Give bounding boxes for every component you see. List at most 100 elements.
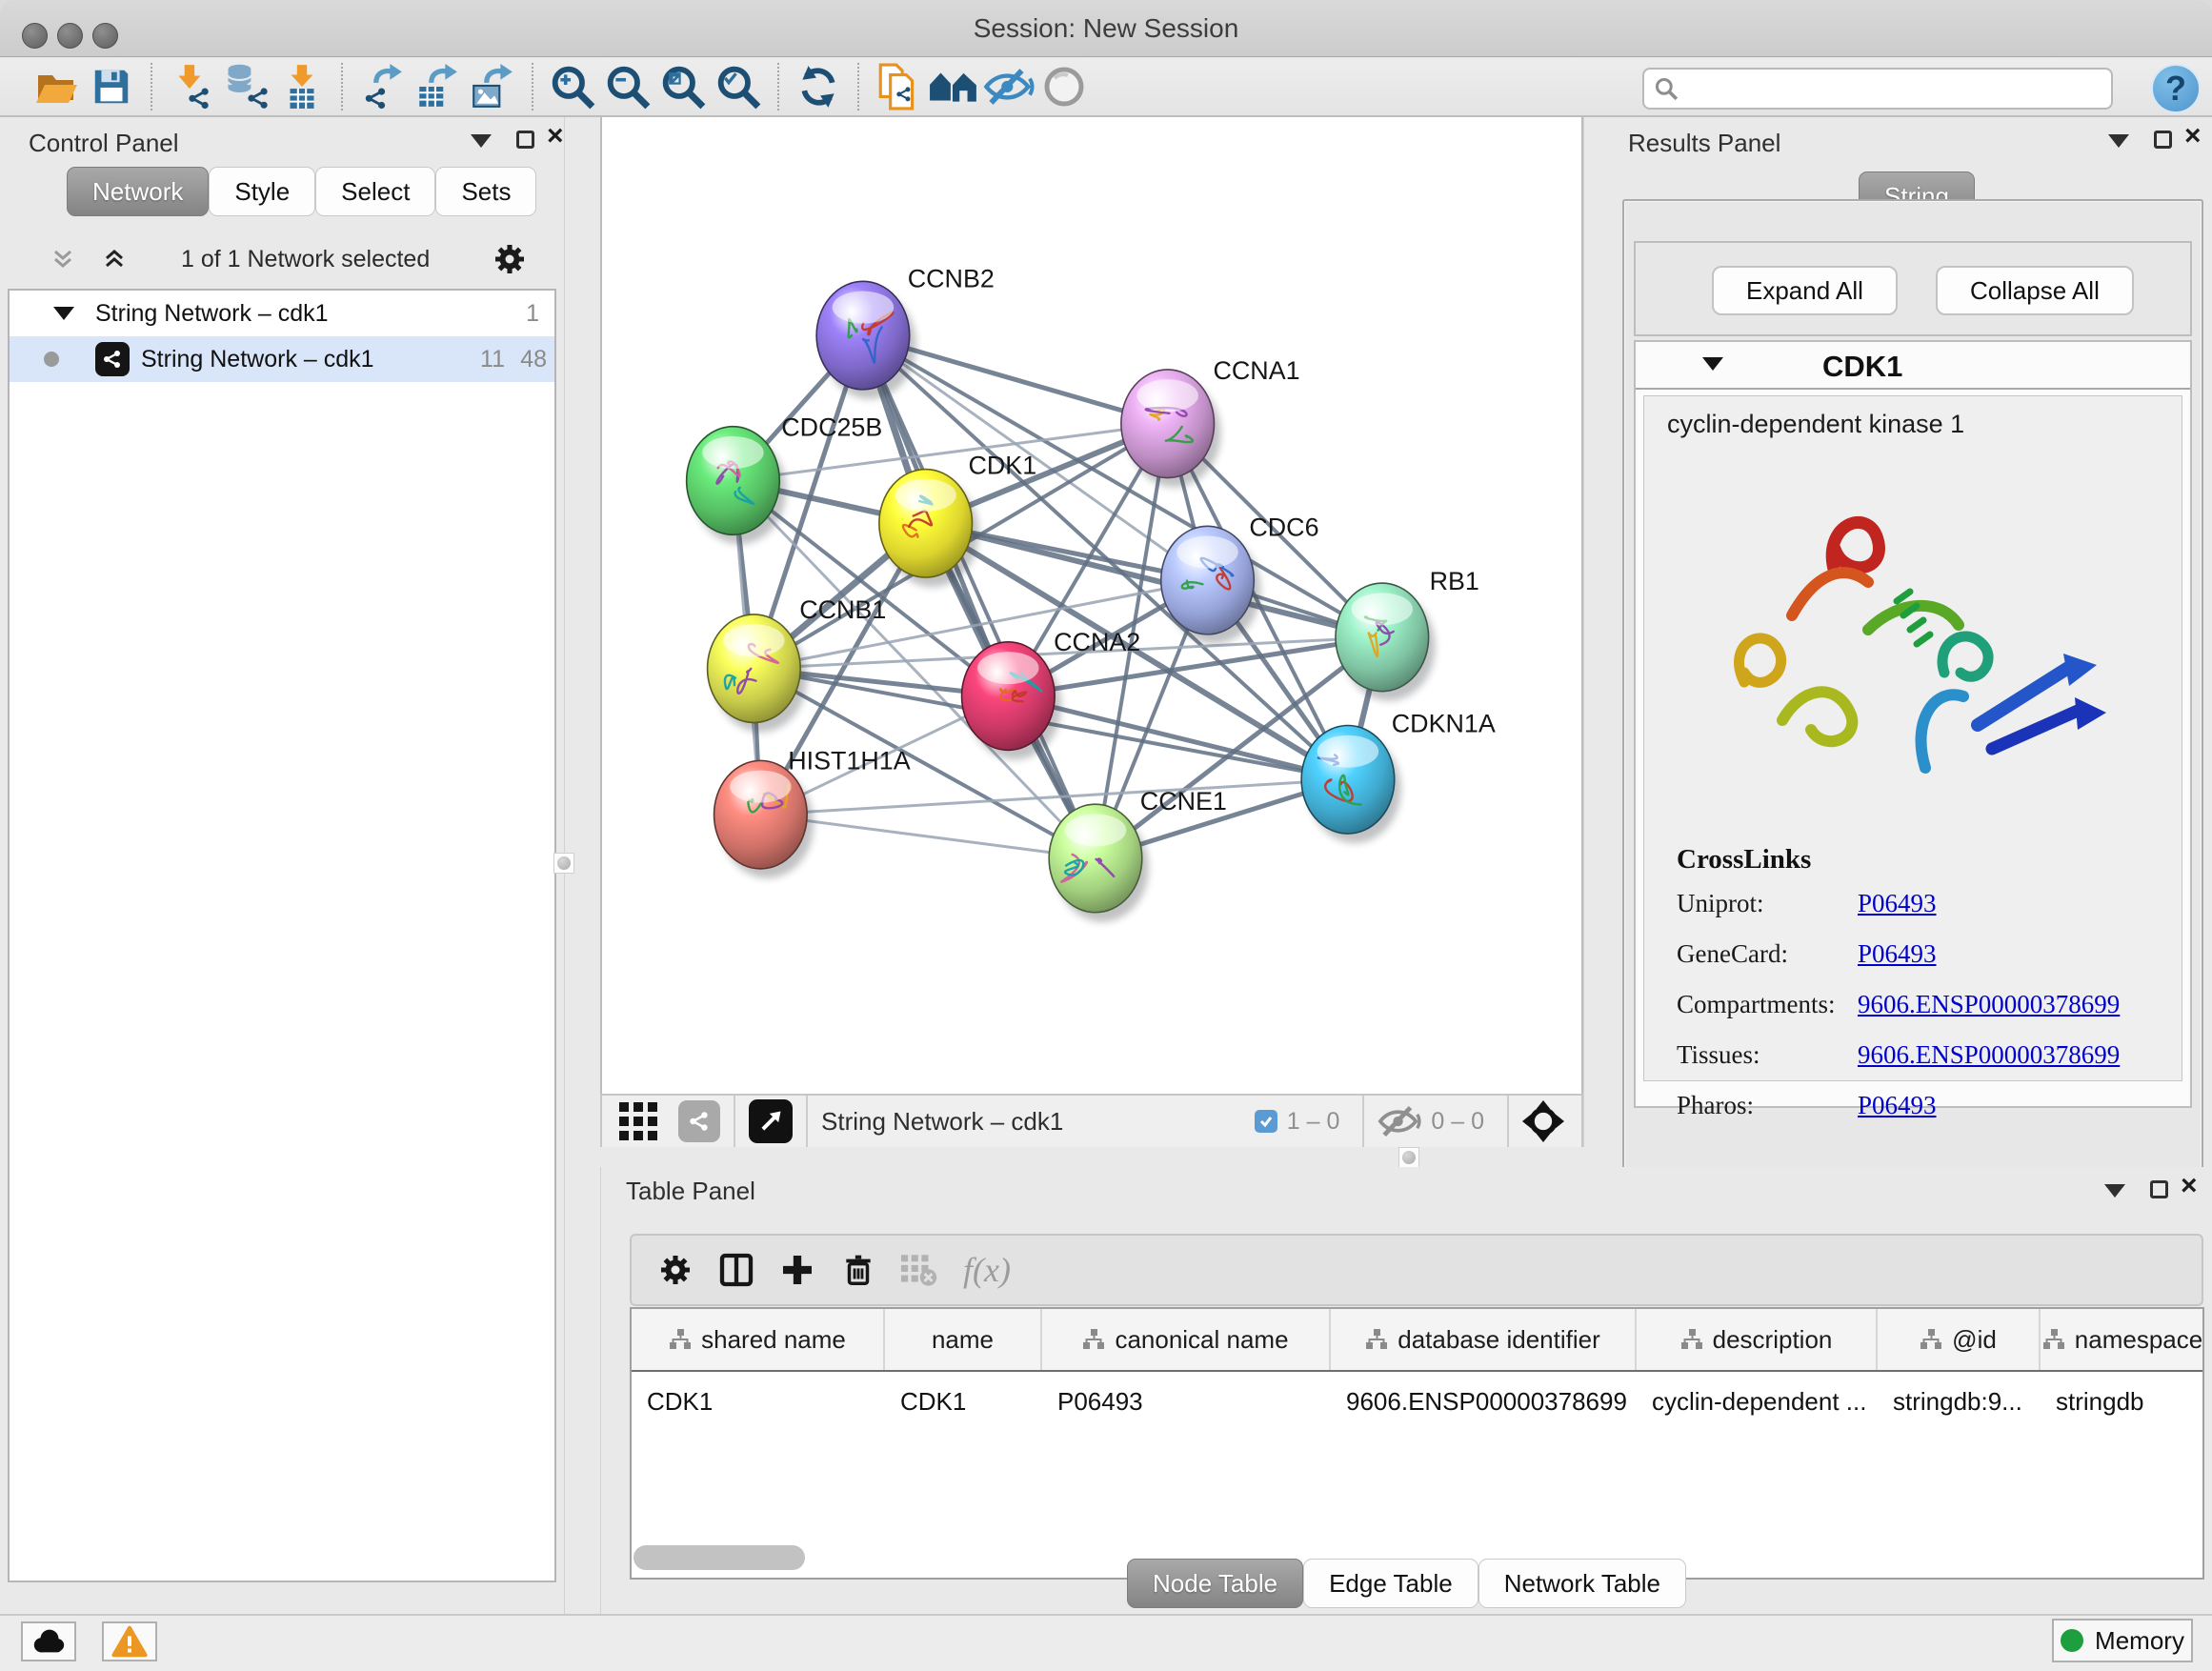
grid-view-icon[interactable] xyxy=(619,1102,657,1140)
left-splitter-handle[interactable] xyxy=(553,853,574,874)
column-header-name[interactable]: name xyxy=(885,1309,1042,1370)
string-network-graph[interactable]: CCNB2CCNA1CDC25BCDK1CDC6RB1CCNB1CCNA2CDK… xyxy=(602,117,1581,1090)
left-splitter[interactable] xyxy=(564,117,600,1614)
share-view-icon[interactable] xyxy=(678,1100,720,1142)
collection-expander-icon[interactable] xyxy=(53,307,74,320)
crosslink-link[interactable]: 9606.ENSP00000378699 xyxy=(1858,1040,2120,1070)
memory-button[interactable]: Memory xyxy=(2052,1619,2193,1662)
node-CDKN1A[interactable]: CDKN1A xyxy=(1301,709,1496,843)
import-network-file-button[interactable] xyxy=(164,60,219,113)
tab-network-table[interactable]: Network Table xyxy=(1478,1559,1686,1608)
network-view-canvas[interactable]: CCNB2CCNA1CDC25BCDK1CDC6RB1CCNB1CCNA2CDK… xyxy=(600,117,1583,1094)
collapse-panel-icon[interactable] xyxy=(2108,134,2129,148)
tab-edge-table[interactable]: Edge Table xyxy=(1303,1559,1478,1608)
gene-name: CDK1 xyxy=(1822,350,1902,384)
table-cell[interactable]: P06493 xyxy=(1042,1372,1331,1431)
collapse-all-chevrons-icon[interactable] xyxy=(103,247,126,272)
birdseye-view-icon[interactable] xyxy=(749,1099,793,1143)
save-session-button[interactable] xyxy=(84,60,139,113)
network-collection-row[interactable]: String Network – cdk1 1 xyxy=(10,291,554,336)
selected-nodes-checkbox[interactable] xyxy=(1255,1110,1277,1133)
close-panel-icon[interactable]: × xyxy=(547,127,564,146)
node-RB1[interactable]: RB1 xyxy=(1336,567,1479,701)
table-row[interactable]: CDK1CDK1P064939606.ENSP00000378699cyclin… xyxy=(632,1372,2202,1431)
clone-network-button[interactable] xyxy=(871,60,926,113)
tab-sets[interactable]: Sets xyxy=(435,167,536,216)
column-header-shared-name[interactable]: shared name xyxy=(632,1309,885,1370)
crosslink-link[interactable]: P06493 xyxy=(1858,889,1937,918)
column-header-namespace[interactable]: namespace xyxy=(2041,1309,2204,1370)
open-session-button[interactable] xyxy=(29,60,84,113)
close-panel-icon[interactable]: × xyxy=(2181,1177,2198,1196)
tab-network[interactable]: Network xyxy=(67,167,209,216)
add-column-button[interactable] xyxy=(767,1239,828,1300)
table-cell[interactable]: cyclin-dependent ... xyxy=(1637,1372,1878,1431)
float-panel-icon[interactable] xyxy=(2150,1180,2168,1198)
collapse-panel-icon[interactable] xyxy=(471,134,492,148)
collapse-all-button[interactable]: Collapse All xyxy=(1936,266,2134,315)
crosslink-link[interactable]: P06493 xyxy=(1858,1091,1937,1120)
tab-style[interactable]: Style xyxy=(209,167,315,216)
column-header-canonical-name[interactable]: canonical name xyxy=(1042,1309,1331,1370)
crosslink-link[interactable]: P06493 xyxy=(1858,939,1937,969)
gene-details-scrollbox[interactable]: CDK1 cyclin-dependent kinase 1 xyxy=(1634,340,2192,1108)
export-table-button[interactable] xyxy=(410,60,465,113)
zoom-fit-button[interactable] xyxy=(655,60,711,113)
import-network-database-button[interactable] xyxy=(219,60,274,113)
node-table[interactable]: shared namenamecanonical namedatabase id… xyxy=(630,1307,2204,1580)
horizontal-scrollbar[interactable] xyxy=(633,1545,805,1570)
column-header-description[interactable]: description xyxy=(1637,1309,1878,1370)
table-cell[interactable]: stringdb:9... xyxy=(1878,1372,2041,1431)
edge-CCNB2-CCNE1[interactable] xyxy=(863,335,1096,858)
table-cell[interactable]: CDK1 xyxy=(885,1372,1042,1431)
zoom-out-button[interactable] xyxy=(600,60,655,113)
network-row[interactable]: String Network – cdk1 11 48 xyxy=(10,336,554,382)
table-cell[interactable]: 9606.ENSP00000378699 xyxy=(1331,1372,1637,1431)
help-button[interactable]: ? xyxy=(2151,64,2201,113)
node-CCNB2[interactable]: CCNB2 xyxy=(816,264,995,399)
zoom-selected-button[interactable] xyxy=(711,60,766,113)
show-all-button[interactable] xyxy=(1036,60,1092,113)
warnings-button[interactable] xyxy=(102,1621,157,1661)
node-CDK1[interactable]: CDK1 xyxy=(879,452,1036,588)
expand-all-button[interactable]: Expand All xyxy=(1712,266,1898,315)
hidden-eye-icon[interactable] xyxy=(1377,1104,1421,1138)
return-to-gallery-button[interactable] xyxy=(926,60,981,113)
import-table-file-button[interactable] xyxy=(274,60,330,113)
tab-select[interactable]: Select xyxy=(315,167,435,216)
node-HIST1H1A[interactable]: HIST1H1A xyxy=(714,746,911,878)
tab-node-table[interactable]: Node Table xyxy=(1127,1559,1303,1608)
node-CCNE1[interactable]: CCNE1 xyxy=(1049,787,1227,922)
node-label-CCNA1: CCNA1 xyxy=(1213,356,1299,385)
float-panel-icon[interactable] xyxy=(516,131,534,149)
collapse-panel-icon[interactable] xyxy=(2104,1184,2125,1198)
cloud-status-button[interactable] xyxy=(21,1621,76,1661)
zoom-in-button[interactable] xyxy=(545,60,600,113)
float-panel-icon[interactable] xyxy=(2154,131,2172,149)
column-header-database-identifier[interactable]: database identifier xyxy=(1331,1309,1637,1370)
network-options-gear-icon[interactable] xyxy=(493,242,527,276)
node-CDC25B[interactable]: CDC25B xyxy=(687,413,883,545)
table-cell[interactable]: stringdb xyxy=(2041,1372,2204,1431)
crosshair-icon[interactable] xyxy=(1522,1100,1564,1142)
export-network-button[interactable] xyxy=(354,60,410,113)
search-input[interactable] xyxy=(1679,75,2088,102)
gene-expander-icon[interactable] xyxy=(1702,357,1723,371)
table-options-button[interactable] xyxy=(645,1239,706,1300)
close-panel-icon[interactable]: × xyxy=(2184,127,2202,146)
expand-all-chevrons-icon[interactable] xyxy=(51,247,74,272)
crosslink-link[interactable]: 9606.ENSP00000378699 xyxy=(1858,990,2120,1019)
tree-column-icon xyxy=(1082,1328,1105,1351)
column-header--id[interactable]: @id xyxy=(1878,1309,2041,1370)
bottom-splitter-handle[interactable] xyxy=(1398,1147,1419,1168)
refresh-view-button[interactable] xyxy=(791,60,846,113)
export-image-button[interactable] xyxy=(465,60,520,113)
hide-selected-button[interactable] xyxy=(981,60,1036,113)
search-box[interactable] xyxy=(1642,68,2113,110)
table-cell[interactable]: CDK1 xyxy=(632,1372,885,1431)
selected-count-label: 1 – 0 xyxy=(1287,1108,1340,1136)
node-CDC6[interactable]: CDC6 xyxy=(1161,513,1319,644)
show-columns-button[interactable] xyxy=(706,1239,767,1300)
gene-section-header[interactable]: CDK1 xyxy=(1636,342,2190,390)
delete-column-button[interactable] xyxy=(828,1239,889,1300)
